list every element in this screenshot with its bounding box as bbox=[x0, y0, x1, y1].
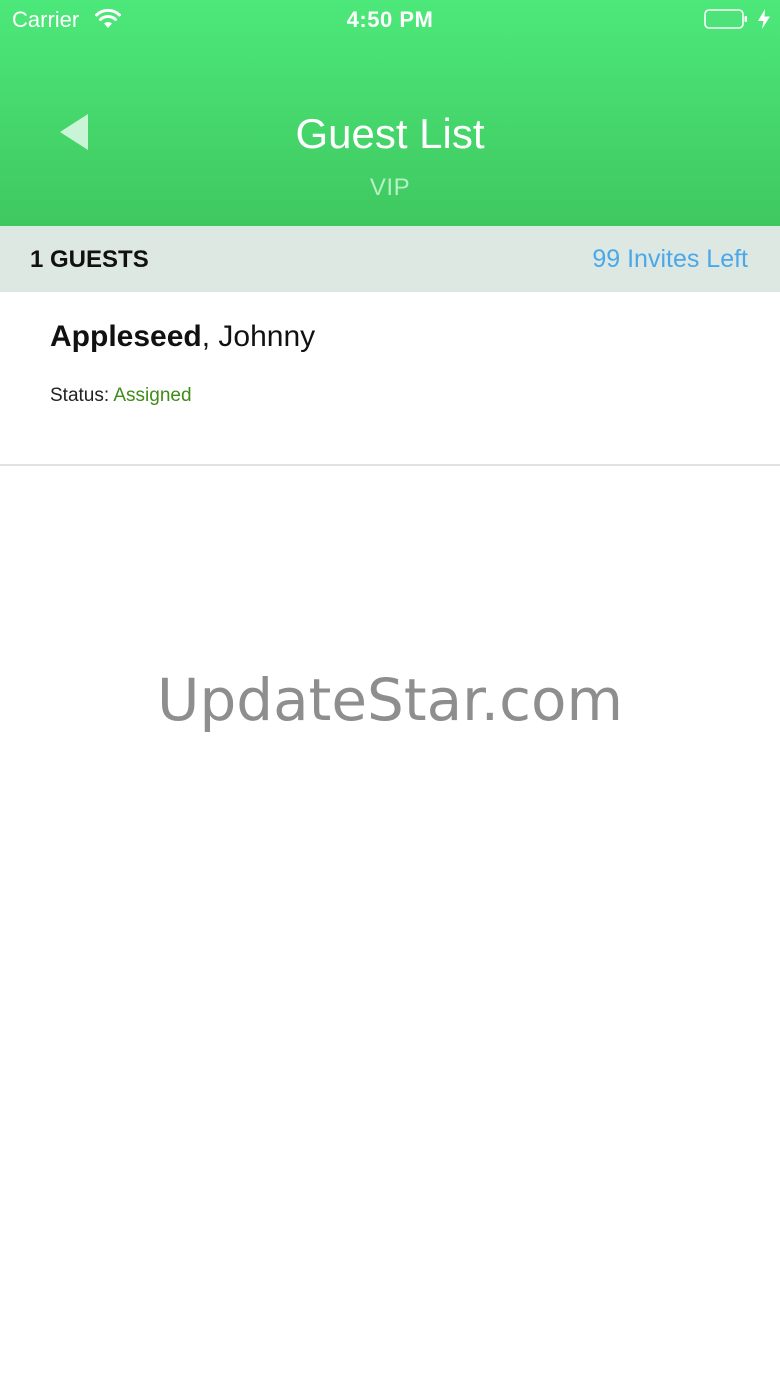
guest-first-name: Johnny bbox=[218, 320, 316, 353]
guest-last-name: Appleseed bbox=[50, 320, 202, 353]
list-item[interactable]: Appleseed, Johnny Status: Assigned bbox=[0, 292, 780, 466]
battery-icon bbox=[704, 9, 747, 29]
guest-status: Status: Assigned bbox=[50, 385, 192, 407]
status-time: 4:50 PM bbox=[346, 7, 434, 32]
watermark: UpdateStar.com bbox=[157, 666, 623, 734]
name-separator: , bbox=[201, 320, 219, 353]
status-value: Assigned bbox=[113, 385, 192, 406]
guest-count-label: 1 GUESTS bbox=[30, 246, 149, 273]
guest-summary-bar: 1 GUESTS 99 Invites Left bbox=[0, 226, 780, 292]
page-title: Guest List bbox=[295, 110, 485, 157]
status-bar: Carrier 4:50 PM bbox=[0, 0, 780, 40]
invites-left-link[interactable]: 99 Invites Left bbox=[592, 245, 748, 274]
page-subtitle: VIP bbox=[369, 174, 411, 201]
guest-name: Appleseed, Johnny bbox=[50, 320, 315, 354]
charging-bolt-icon bbox=[758, 9, 770, 29]
status-label: Status: bbox=[50, 385, 114, 406]
navigation-header: Carrier 4:50 PM Guest List VIP bbox=[0, 0, 780, 226]
